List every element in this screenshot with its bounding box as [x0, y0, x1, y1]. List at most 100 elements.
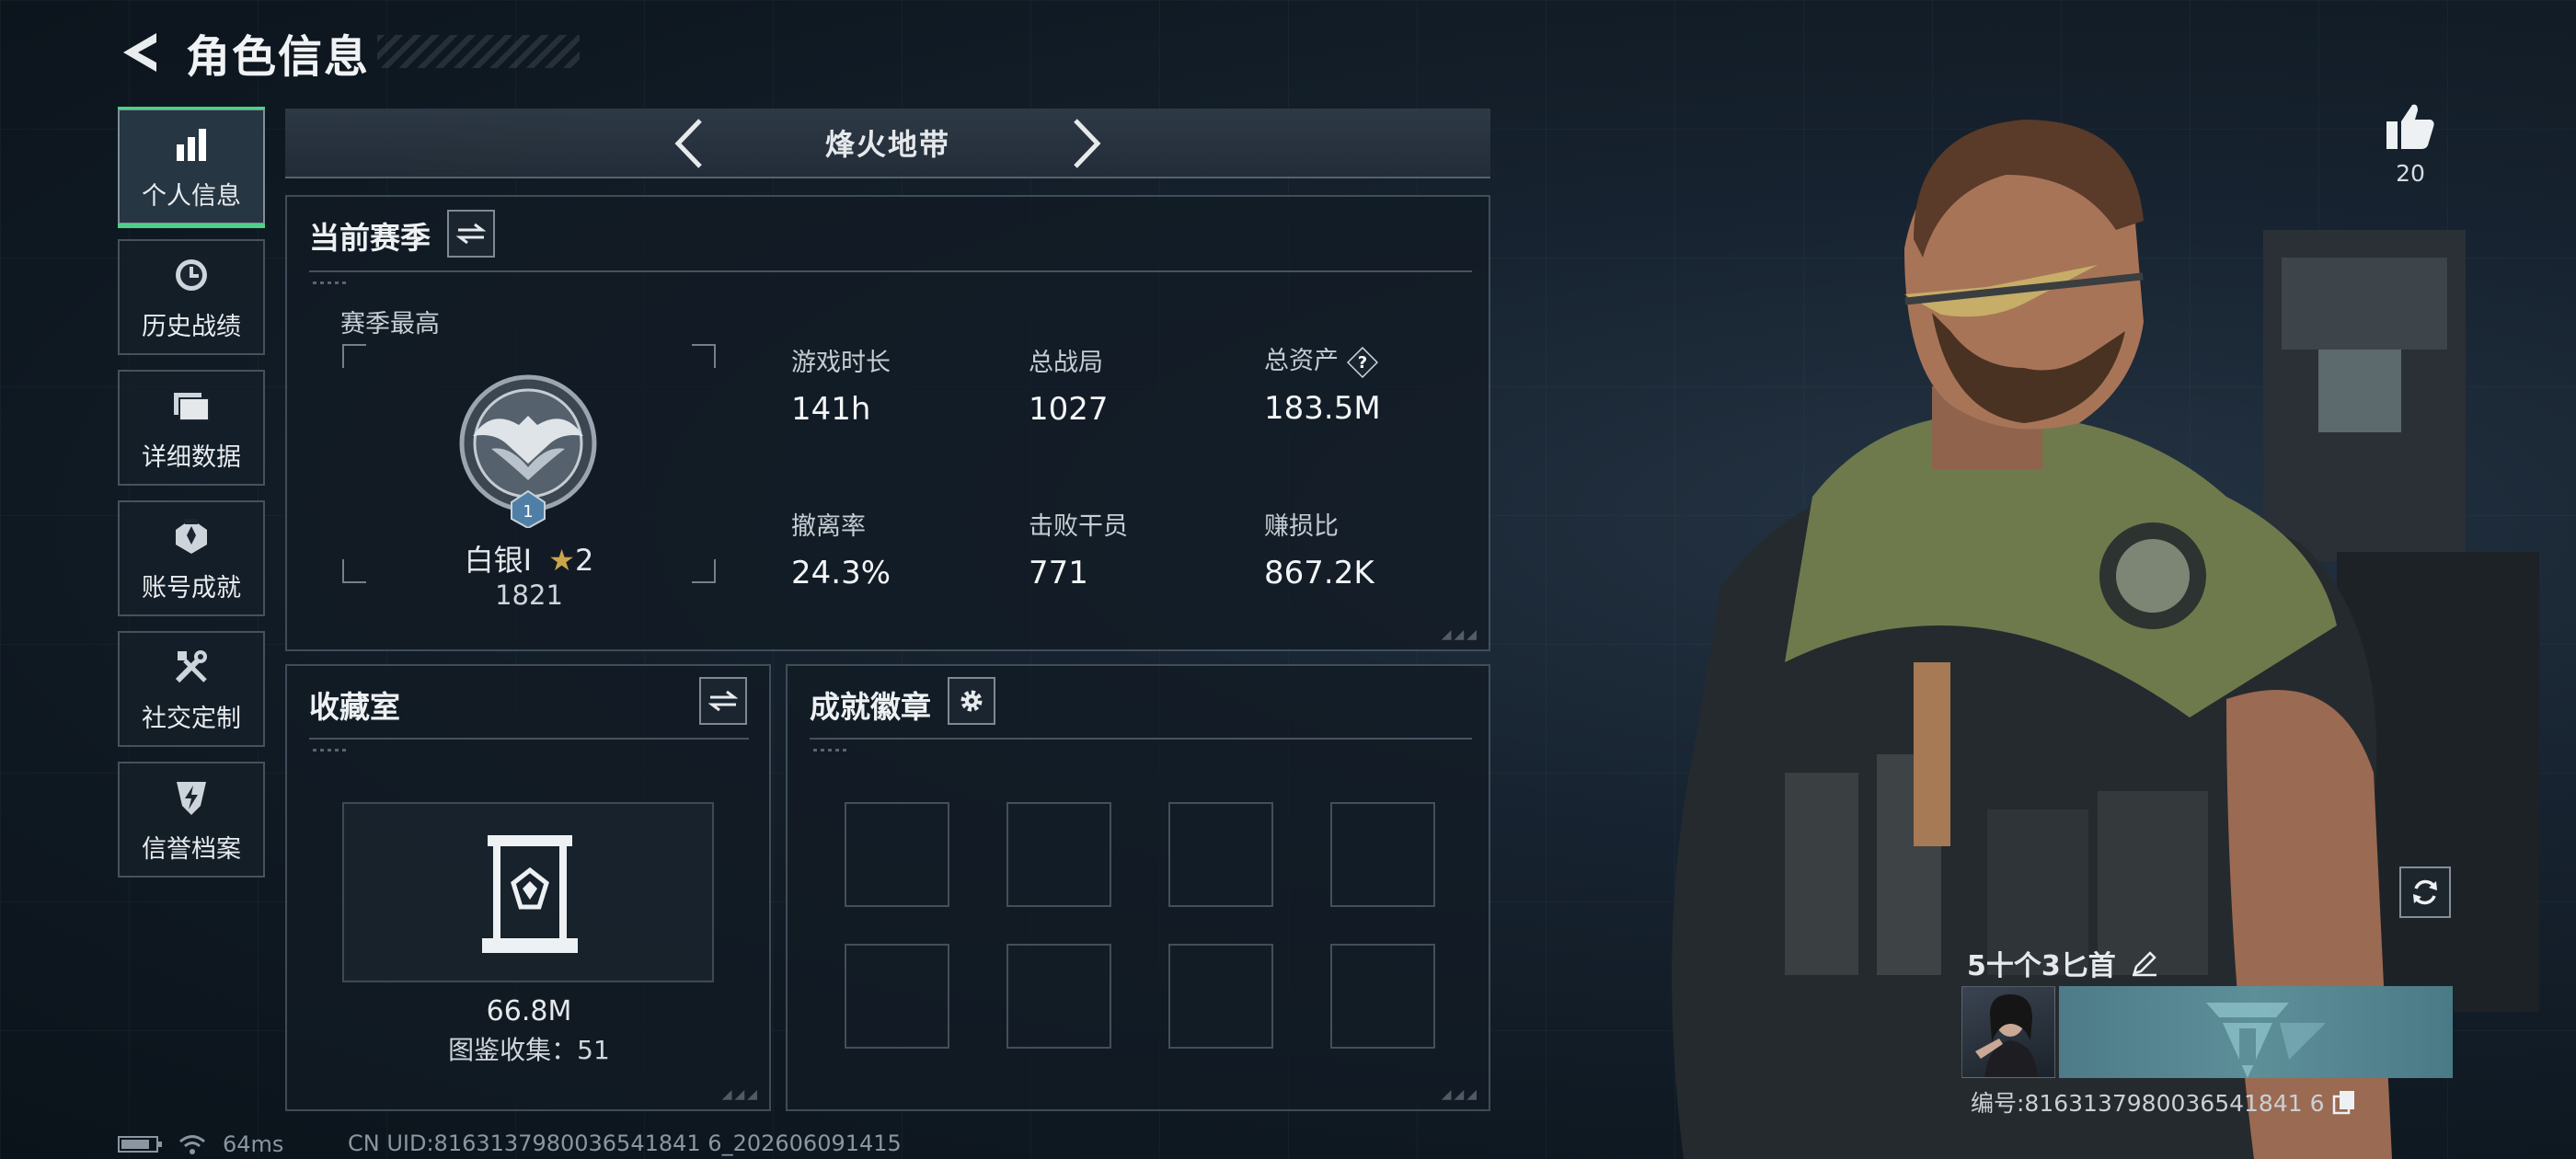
stat-play-time: 游戏时长 141h [791, 342, 891, 428]
badges-divider [810, 738, 1472, 740]
player-avatar[interactable] [1961, 986, 2055, 1078]
badges-settings-button[interactable] [948, 677, 995, 725]
shield-lightning-icon [169, 775, 213, 820]
wifi-icon [179, 1135, 205, 1154]
stat-value: 183.5M [1264, 389, 1381, 427]
sidebar-item-detailed-data[interactable]: 详细数据 [118, 370, 265, 486]
battery-icon [118, 1136, 162, 1153]
stat-label: 总资产 [1264, 347, 1339, 375]
stat-label: 赚损比 [1264, 512, 1339, 541]
collection-divider [309, 738, 749, 740]
stat-value: 24.3% [791, 555, 891, 591]
corner-mark: ◢◢◢ [721, 1087, 760, 1102]
stat-label: 游戏时长 [791, 349, 891, 377]
season-title: 当前赛季 [309, 220, 431, 256]
stat-label: 击败干员 [1029, 512, 1128, 541]
season-switch-button[interactable] [447, 210, 495, 258]
uid-text: CN UID:8163137980036541841 6_20260609141… [348, 1130, 902, 1156]
badge-slot[interactable] [1330, 802, 1435, 907]
stat-value: 867.2K [1264, 555, 1374, 591]
sidebar-item-history[interactable]: 历史战绩 [118, 239, 265, 355]
rotate-view-button[interactable] [2399, 866, 2451, 918]
season-divider [309, 270, 1472, 272]
player-name: 5十个3匕首 [1967, 943, 2158, 983]
season-best-label: 赛季最高 [340, 310, 440, 339]
copy-icon[interactable] [2332, 1089, 2356, 1115]
banner-emblem-icon [2206, 1003, 2326, 1078]
rank-emblem-icon: 1 [459, 374, 597, 528]
page-title: 角色信息 [186, 31, 371, 83]
player-id: 编号:8163137980036541841 6 [1971, 1085, 2356, 1119]
back-arrow-icon [123, 33, 156, 72]
stat-profit-loss-ratio: 赚损比 867.2K [1264, 506, 1374, 591]
sidebar-item-social[interactable]: 社交定制 [118, 631, 265, 747]
badge-slot[interactable] [1006, 802, 1111, 907]
stat-label: 总战局 [1029, 349, 1103, 377]
collection-title: 收藏室 [309, 689, 400, 725]
svg-text:?: ? [1358, 353, 1367, 373]
mode-selector: 烽火地带 [285, 109, 1490, 178]
edit-pencil-icon[interactable] [2131, 949, 2158, 977]
display-case-icon [482, 835, 578, 953]
badge-slot[interactable] [1330, 944, 1435, 1049]
mode-next-button[interactable] [1060, 116, 1115, 171]
tools-icon [169, 645, 213, 689]
rank-score: 1821 [495, 580, 563, 611]
divider-dots [313, 749, 350, 752]
star-icon: ★ [548, 543, 575, 578]
collection-display [342, 802, 714, 982]
rank-tier: 白银I [464, 543, 533, 578]
player-card-banner[interactable] [2059, 986, 2453, 1078]
badges-title: 成就徽章 [810, 689, 931, 725]
corner-mark: ◢◢◢ [1441, 1087, 1479, 1102]
divider-dots [813, 749, 850, 752]
sidebar: 个人信息 历史战绩 详细数据 账号成就 社交定制 信誉档案 [118, 107, 265, 892]
badge-slot[interactable] [1006, 944, 1111, 1049]
stat-label: 撤离率 [791, 512, 866, 541]
sidebar-item-label: 历史战绩 [142, 312, 241, 341]
svg-text:1: 1 [523, 502, 533, 522]
ping-value: 64ms [223, 1131, 284, 1157]
divider-dots [313, 281, 350, 284]
bar-chart-icon [169, 122, 213, 166]
sidebar-item-reputation[interactable]: 信誉档案 [118, 762, 265, 878]
title-decoration [377, 35, 580, 68]
stat-value: 771 [1029, 555, 1088, 591]
back-button[interactable] [118, 25, 164, 80]
stat-operators-defeated: 击败干员 771 [1029, 506, 1128, 591]
sidebar-item-label: 账号成就 [142, 573, 241, 602]
mode-name: 烽火地带 [824, 127, 950, 162]
collection-switch-button[interactable] [699, 677, 747, 725]
page-header: 角色信息 [118, 20, 370, 85]
stat-value: 1027 [1029, 391, 1109, 428]
sidebar-item-personal-info[interactable]: 个人信息 [118, 107, 265, 228]
stat-total-assets: 总资产? 183.5M [1264, 340, 1381, 427]
gear-icon [960, 690, 983, 712]
stat-extraction-rate: 撤离率 24.3% [791, 506, 891, 591]
sidebar-item-label: 个人信息 [142, 181, 241, 211]
mode-prev-button[interactable] [661, 116, 716, 171]
corner-mark: ◢◢◢ [1441, 627, 1479, 642]
folder-icon [169, 384, 213, 428]
sidebar-item-label: 详细数据 [142, 442, 241, 472]
collection-count: 图鉴收集：51 [448, 1035, 610, 1065]
badge-slot[interactable] [1168, 802, 1273, 907]
collection-value: 66.8M [486, 995, 572, 1027]
help-icon[interactable]: ? [1346, 346, 1379, 379]
chevron-right-icon [1074, 119, 1101, 168]
sidebar-item-label: 社交定制 [142, 704, 241, 733]
status-bar: 64ms [118, 1131, 283, 1157]
badge-slot[interactable] [845, 944, 949, 1049]
badge-slot[interactable] [1168, 944, 1273, 1049]
swap-arrows-icon [456, 223, 486, 245]
history-clock-icon [169, 253, 213, 297]
swap-arrows-icon [708, 690, 738, 712]
stat-value: 141h [791, 391, 871, 428]
chevron-left-icon [674, 119, 702, 168]
badge-slot[interactable] [845, 802, 949, 907]
sidebar-item-achievements[interactable]: 账号成就 [118, 500, 265, 616]
rotate-icon [2413, 879, 2437, 905]
rank-name: 白银I ★2 [350, 537, 708, 580]
stat-total-matches: 总战局 1027 [1029, 342, 1109, 428]
achievement-icon [169, 514, 213, 558]
